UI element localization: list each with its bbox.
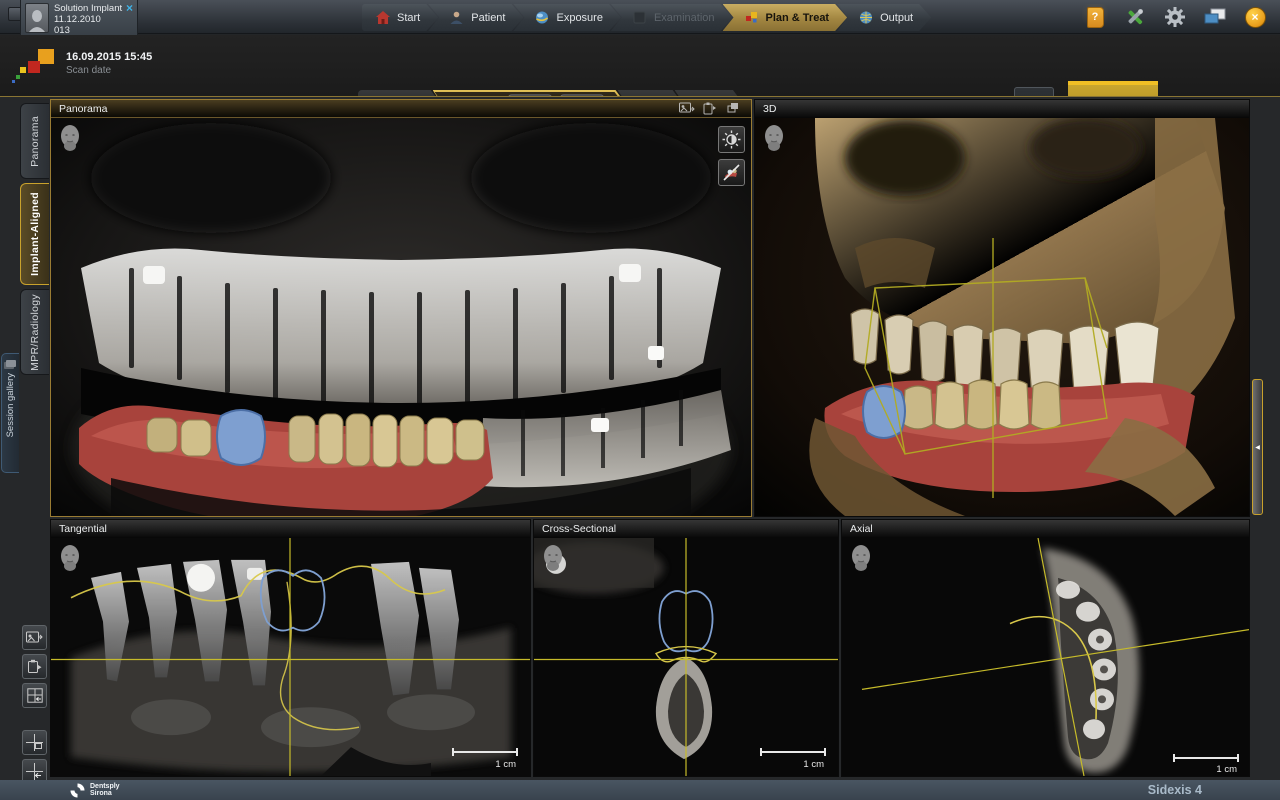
title-bar: Solution Implant 11.12.2010 013 × Start …	[0, 0, 1280, 34]
phase-plan-treat[interactable]: Plan & Treat	[723, 4, 848, 31]
scan-date-label: Scan date	[66, 65, 152, 76]
axial-view-panel: Axial	[841, 519, 1250, 777]
copy-to-clipboard-icon[interactable]	[703, 102, 719, 115]
panorama-header: Panorama	[51, 100, 751, 118]
patient-avatar	[25, 3, 49, 33]
close-icon[interactable]: ×	[1242, 4, 1268, 30]
hide-objects-button[interactable]	[718, 159, 745, 186]
support-tools-icon[interactable]	[1122, 4, 1148, 30]
output-globe-icon	[859, 11, 873, 24]
scale-bar	[1173, 754, 1239, 762]
3d-canvas[interactable]	[755, 118, 1249, 516]
vendor-logo: Dentsply Sirona	[70, 783, 120, 798]
colored-squares-icon	[745, 11, 759, 24]
copy-to-clipboard-button[interactable]	[22, 654, 47, 679]
orientation-head-icon	[58, 544, 82, 572]
active-patient-card[interactable]: Solution Implant 11.12.2010 013 ×	[20, 0, 138, 40]
scale-bar	[760, 748, 826, 756]
phase-navigation: Start Patient Exposure Examination Plan …	[362, 4, 931, 31]
cross-sectional-title: Cross-Sectional	[542, 523, 616, 535]
patient-birthdate: 11.12.2010	[54, 14, 122, 25]
vendor-name-line1: Dentsply	[90, 783, 120, 790]
workspace-tab-panorama[interactable]: Panorama	[20, 103, 49, 179]
workspace-tab-mpr-radiology[interactable]: MPR/Radiology	[20, 289, 49, 375]
3d-view-panel: 3D	[754, 99, 1250, 517]
axial-title: Axial	[850, 523, 873, 535]
phase-output[interactable]: Output	[837, 4, 931, 31]
panorama-view-panel: Panorama	[50, 99, 752, 517]
maximize-icon[interactable]	[727, 102, 743, 115]
reset-layout-button[interactable]	[22, 683, 47, 708]
tangential-title: Tangential	[59, 523, 107, 535]
patient-info: Solution Implant 11.12.2010 013	[54, 3, 122, 36]
axial-header: Axial	[842, 520, 1249, 538]
scan-datetime: 16.09.2015 15:45	[66, 51, 152, 63]
examination-icon	[633, 11, 647, 24]
scale-label: 1 cm	[803, 759, 824, 770]
orientation-head-icon	[541, 544, 565, 572]
vendor-name-line2: Sirona	[90, 790, 120, 797]
close-patient-icon[interactable]: ×	[126, 3, 133, 13]
product-name: Sidexis 4	[1148, 783, 1202, 797]
status-bar: Dentsply Sirona Sidexis 4	[0, 780, 1280, 800]
orientation-head-icon	[849, 544, 873, 572]
scale-label: 1 cm	[495, 759, 516, 770]
view-tool-stack	[22, 625, 47, 784]
phase-examination[interactable]: Examination	[611, 4, 733, 31]
sicat-toolbar: 16.09.2015 15:45 Scan date Diagnose Prep…	[0, 35, 1280, 96]
phase-exposure[interactable]: Exposure	[513, 4, 620, 31]
tangential-view-panel: Tangential	[50, 519, 531, 777]
workspace-tab-implant-aligned[interactable]: Implant-Aligned	[20, 183, 49, 285]
tangential-header: Tangential	[51, 520, 530, 538]
phase-start[interactable]: Start	[362, 4, 438, 31]
export-image-button[interactable]	[22, 625, 47, 650]
tangential-canvas[interactable]: 1 cm	[51, 538, 530, 776]
3d-header: 3D	[755, 100, 1249, 118]
workspace-area: Panorama Implant-Aligned MPR/Radiology S…	[0, 96, 1280, 780]
export-image-icon[interactable]	[679, 102, 695, 115]
scale-bar	[452, 748, 518, 756]
brightness-contrast-button[interactable]	[718, 126, 745, 153]
axial-canvas[interactable]: 1 cm	[842, 538, 1249, 776]
focus-crosshair-button[interactable]	[22, 730, 47, 755]
patient-name: Solution Implant	[54, 3, 122, 14]
scale-label: 1 cm	[1216, 764, 1237, 775]
exposure-globe-icon	[535, 11, 549, 24]
windows-icon[interactable]	[1202, 4, 1228, 30]
cross-sectional-canvas[interactable]: 1 cm	[534, 538, 838, 776]
sicat-logo	[26, 49, 56, 83]
help-icon[interactable]: ?	[1082, 4, 1108, 30]
system-icons: ?	[1082, 3, 1268, 31]
orientation-head-icon	[762, 124, 786, 152]
cross-sectional-view-panel: Cross-Sectional	[533, 519, 839, 777]
object-bar-collapse-handle[interactable]: ◀	[1252, 379, 1263, 515]
orientation-head-icon	[58, 124, 82, 152]
settings-gear-icon[interactable]	[1162, 4, 1188, 30]
panorama-canvas[interactable]	[51, 118, 751, 516]
person-icon	[450, 11, 464, 24]
session-gallery-tab[interactable]: Session gallery	[1, 353, 19, 473]
cross-sectional-header: Cross-Sectional	[534, 520, 838, 538]
dentsply-sirona-logo-icon	[70, 783, 85, 798]
scan-date-block: 16.09.2015 15:45 Scan date	[66, 51, 152, 76]
panorama-title: Panorama	[59, 103, 107, 115]
gallery-icon	[6, 360, 16, 367]
home-icon	[376, 11, 390, 24]
phase-patient[interactable]: Patient	[428, 4, 523, 31]
3d-title: 3D	[763, 103, 776, 115]
